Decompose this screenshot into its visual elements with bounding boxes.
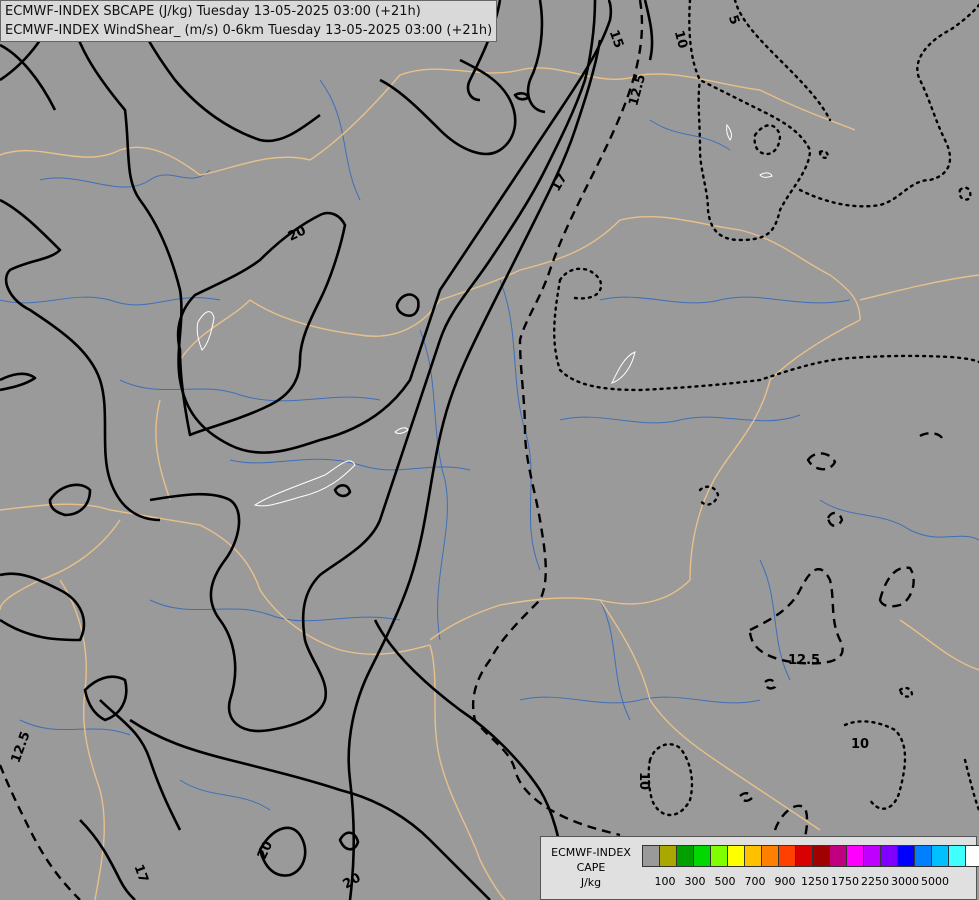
legend-tick-label: 900: [774, 875, 796, 888]
legend-swatch: [846, 845, 864, 867]
legend-swatch: [965, 845, 979, 867]
legend-tick-label: 500: [714, 875, 736, 888]
legend-subtitle: CAPE: [576, 861, 606, 874]
legend-tick-label: 100: [654, 875, 676, 888]
legend-tick-label: 300: [684, 875, 706, 888]
legend-swatch: [710, 845, 728, 867]
legend-tick-label: 700: [744, 875, 766, 888]
legend-swatch: [948, 845, 966, 867]
legend-swatches: [642, 845, 979, 867]
legend-swatch: [829, 845, 847, 867]
legend-tick-label: 3000: [891, 875, 919, 888]
legend-title: ECMWF-INDEX: [551, 846, 631, 859]
legend-swatch: [897, 845, 915, 867]
title-line-cape: ECMWF-INDEX SBCAPE (J/kg) Tuesday 13-05-…: [5, 4, 421, 19]
contour-label: 10: [636, 772, 651, 790]
legend-swatch: [863, 845, 881, 867]
legend-swatch: [761, 845, 779, 867]
legend-tick-label: 2250: [861, 875, 889, 888]
legend-tick-label: 5000: [921, 875, 949, 888]
legend-title-block: ECMWF-INDEX CAPE J/kg: [545, 845, 637, 890]
legend-swatch: [778, 845, 796, 867]
legend-swatch: [642, 845, 660, 867]
legend-tick-label: 1250: [801, 875, 829, 888]
legend-swatch: [727, 845, 745, 867]
legend-swatch: [676, 845, 694, 867]
contour-label: 10: [851, 737, 869, 752]
legend-swatch: [744, 845, 762, 867]
title-line-windshear: ECMWF-INDEX WindShear_ (m/s) 0-6km Tuesd…: [5, 23, 493, 38]
cape-legend: ECMWF-INDEX CAPE J/kg 100 300 500 700 900 125…: [540, 836, 979, 900]
legend-unit: J/kg: [580, 876, 602, 889]
legend-swatch: [693, 845, 711, 867]
legend-swatch: [659, 845, 677, 867]
legend-tick-label: 1750: [831, 875, 859, 888]
legend-swatch: [795, 845, 813, 867]
map-title-box: ECMWF-INDEX SBCAPE (J/kg) Tuesday 13-05-…: [0, 0, 498, 42]
legend-swatch: [812, 845, 830, 867]
legend-swatch: [931, 845, 949, 867]
contour-label: 12.5: [788, 653, 820, 668]
legend-swatch: [914, 845, 932, 867]
legend-ticks: 100 300 500 700 900 1250 1750 2250 3000 5000: [642, 875, 972, 891]
weather-map: 20 17 15 12.5 10 5 12.5 10 10 12.5 17 20…: [0, 0, 979, 900]
legend-swatch: [880, 845, 898, 867]
